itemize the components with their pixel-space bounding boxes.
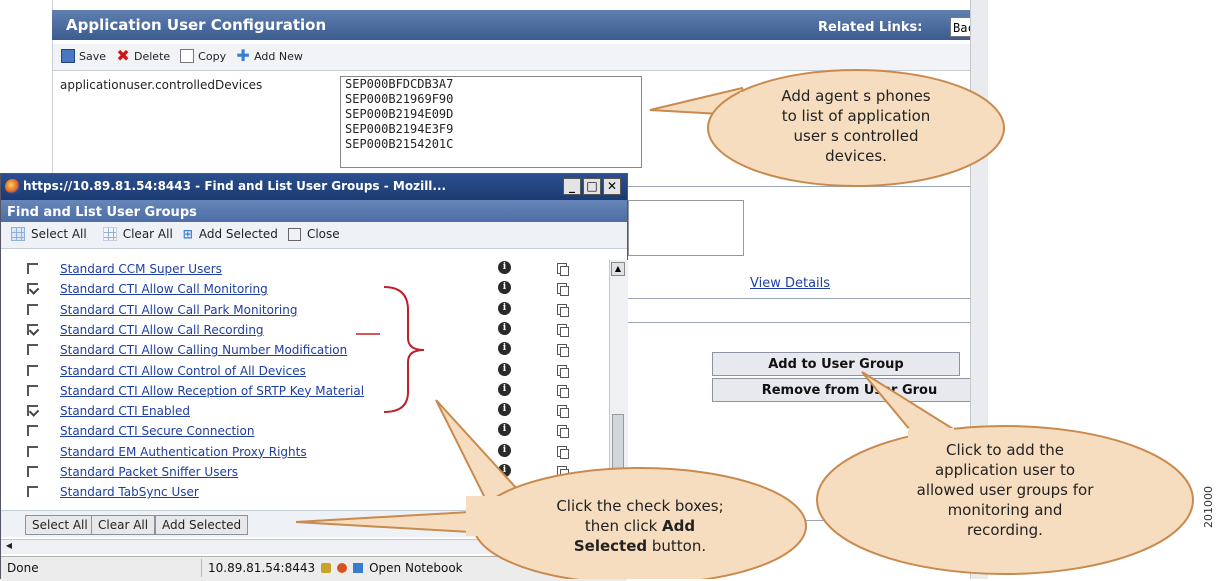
figure-id: 201000 (1202, 486, 1215, 528)
callout-line: devices. (825, 147, 887, 165)
callout-line: application user to (934, 461, 1076, 479)
callout-line: Selected button. (500, 536, 780, 556)
callout-pointer (295, 510, 471, 534)
callout-line: allowed user groups for (916, 481, 1094, 499)
callout-span: button. (651, 537, 707, 555)
callout-line: Click the check boxes; (556, 497, 724, 515)
red-bracket (383, 286, 425, 413)
callout-bold: Add (662, 517, 696, 535)
callout-line: monitoring and (947, 501, 1063, 519)
callout-bold: Selected (573, 537, 648, 555)
callout-line: Click to add the (946, 441, 1064, 459)
callout-span: then click (584, 517, 658, 535)
callout-line: to list of application (781, 107, 931, 125)
devices-callout-text: Add agent s phones to list of applicatio… (740, 86, 972, 166)
checkbox-callout-text: Click the check boxes; then click Add Se… (500, 496, 780, 556)
callout-line: then click Add (500, 516, 780, 536)
callout-line: recording. (967, 521, 1043, 539)
callout-line: user s controlled (793, 127, 919, 145)
usergroup-callout-text: Click to add the application user to all… (875, 440, 1135, 540)
callout-line: Add agent s phones (781, 87, 931, 105)
